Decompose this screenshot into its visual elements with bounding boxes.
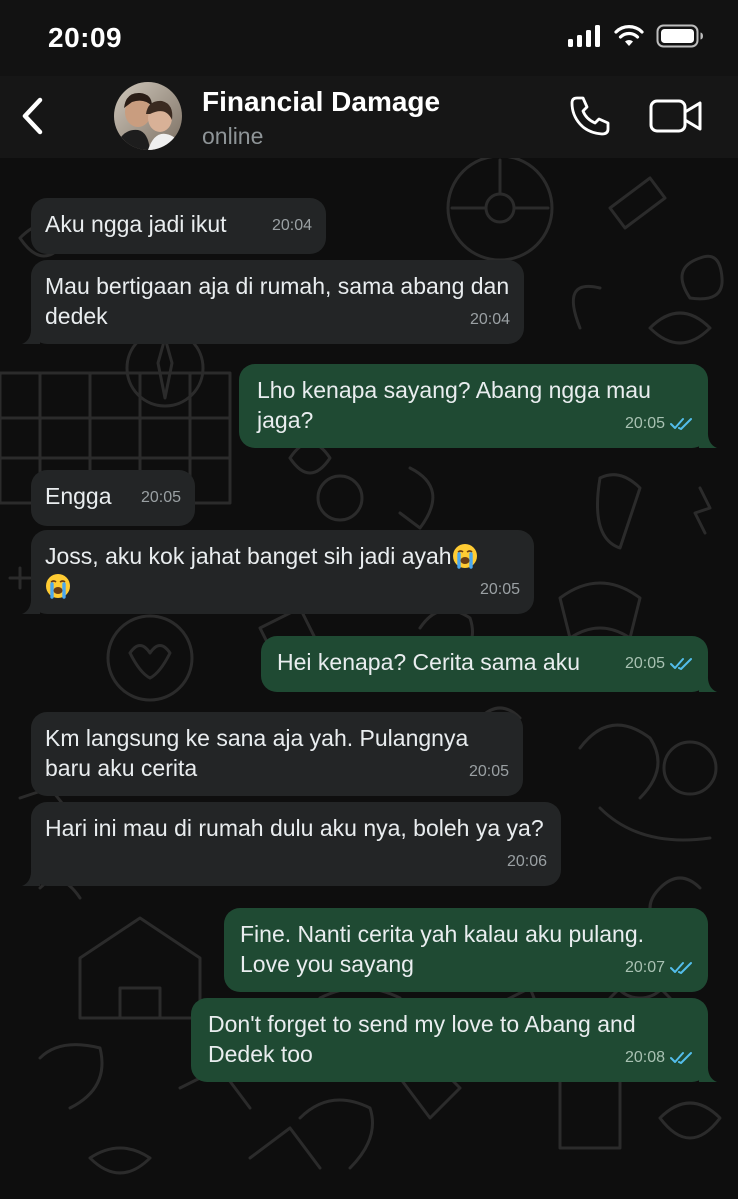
message-time: 20:06 [506,853,547,870]
message-text: Lho kenapa sayang? Abang ngga mau jaga? [257,377,651,433]
read-receipt-icon [670,1052,692,1064]
bubble-tail [699,430,717,448]
message-text: Mau bertigaan aja di rumah, sama abang d… [45,273,510,329]
message-time: 20:08 [625,1043,694,1073]
message-text: Km langsung ke sana aja yah. Pulangnya b… [45,725,469,781]
read-receipt-icon [670,962,692,974]
phone-icon [570,96,610,136]
message-text: Hari ini mau di rumah dulu aku nya, bole… [45,815,544,841]
message-text: Don't forget to send my love to Abang an… [208,1011,636,1067]
message-bubble-incoming[interactable]: Km langsung ke sana aja yah. Pulangnya b… [31,712,523,796]
message-bubble-incoming[interactable]: Engga 20:05 [31,470,195,526]
message-time: 20:04 [271,217,312,234]
wifi-icon [614,25,644,46]
chevron-left-icon [22,97,43,135]
message-time: 20:05 [625,409,694,439]
battery-icon [656,24,703,48]
message-time: 20:05 [468,763,509,780]
video-camera-icon [649,99,702,133]
bubble-tail [699,1064,717,1082]
bubble-tail [22,596,40,614]
message-bubble-outgoing[interactable]: Fine. Nanti cerita yah kalau aku pulang.… [224,908,708,992]
message-time: 20:05 [140,489,181,506]
bubble-tail [22,868,40,886]
message-bubble-incoming[interactable]: Aku ngga jadi ikut 20:04 [31,198,326,254]
avatar[interactable] [114,82,182,150]
status-time: 20:09 [48,22,123,53]
chat-header: Financial Damage online [0,76,738,158]
message-bubble-outgoing[interactable]: Don't forget to send my love to Abang an… [191,998,717,1082]
loudly-crying-face-icon [452,544,477,569]
message-bubble-incoming[interactable]: Hari ini mau di rumah dulu aku nya, bole… [22,802,561,886]
message-text: Joss, aku kok jahat banget sih jadi ayah [45,541,520,601]
message-time: 20:04 [469,311,510,328]
video-call-button[interactable] [648,96,704,136]
back-button[interactable] [14,94,50,138]
status-bar: 20:09 [0,0,738,76]
message-list[interactable]: Aku ngga jadi ikut 20:04 Mau bertigaan a… [0,158,738,1199]
bubble-tail [699,674,717,692]
message-bubble-outgoing[interactable]: Lho kenapa sayang? Abang ngga mau jaga? … [239,364,717,448]
contact-name[interactable]: Financial Damage [202,86,440,118]
chat-screen: 20:09 Financial Damage online Aku ngga j… [0,0,738,1199]
signal-icon [568,25,600,47]
voice-call-button[interactable] [568,94,612,138]
contact-status: online [202,123,264,149]
loudly-crying-face-icon [46,574,70,599]
message-time: 20:07 [625,953,694,983]
read-receipt-icon [670,418,692,430]
message-time: 20:05 [479,581,520,598]
bubble-tail [22,326,40,344]
message-bubble-incoming[interactable]: Joss, aku kok jahat banget sih jadi ayah… [22,530,534,614]
status-icons [568,24,704,48]
read-receipt-icon [670,658,692,670]
message-time: 20:05 [625,649,694,679]
message-bubble-incoming[interactable]: Mau bertigaan aja di rumah, sama abang d… [22,260,524,344]
message-bubble-outgoing[interactable]: Hei kenapa? Cerita sama aku 20:05 [261,636,717,692]
